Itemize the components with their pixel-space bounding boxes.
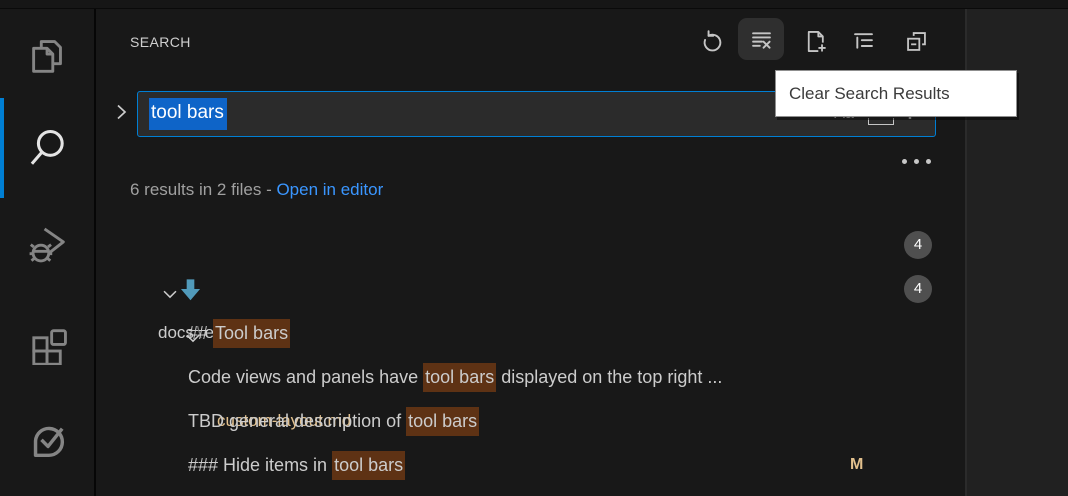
activity-bar: [0, 9, 96, 496]
chevron-down-icon[interactable]: [121, 234, 143, 256]
new-search-editor-icon: [802, 28, 829, 55]
refresh-icon: [699, 28, 726, 55]
refresh-button[interactable]: [693, 23, 731, 59]
view-as-tree-icon: [850, 28, 877, 55]
activity-bar-item-extensions[interactable]: [25, 319, 71, 365]
files-icon: [25, 32, 71, 78]
test-check-icon: [25, 416, 71, 462]
vscode-window: SEARCH: [0, 0, 1068, 496]
collapse-all-button[interactable]: [897, 23, 935, 59]
match-highlight: tool bars: [332, 451, 405, 480]
match-highlight: tool bars: [406, 407, 479, 436]
activity-bar-item-search[interactable]: [25, 125, 71, 171]
activity-bar-item-run-debug[interactable]: [25, 222, 71, 268]
extensions-icon: [25, 319, 71, 365]
search-match-line[interactable]: TBD general description of tool bars: [98, 399, 965, 443]
search-match-line[interactable]: ### Hide items in tool bars: [98, 443, 965, 487]
clear-search-results-button[interactable]: [738, 18, 784, 60]
match-count-badge: 4: [904, 231, 932, 259]
search-icon: [25, 125, 71, 171]
new-search-editor-button[interactable]: [796, 23, 834, 59]
result-file-row[interactable]: custom-layout.md M 4: [98, 267, 965, 311]
match-highlight: tool bars: [423, 363, 496, 392]
summary-separator: -: [261, 180, 276, 199]
markdown-file-icon: [177, 275, 204, 304]
collapse-all-icon: [903, 28, 930, 55]
panel-title: SEARCH: [130, 34, 191, 50]
chevron-right-icon: [109, 100, 133, 124]
results-summary: 6 results in 2 files - Open in editor: [130, 175, 383, 205]
search-match-line[interactable]: Code views and panels have tool bars dis…: [98, 355, 965, 399]
view-as-tree-button[interactable]: [844, 23, 882, 59]
result-folder-row[interactable]: docs\editor 4: [98, 223, 965, 267]
search-match-line[interactable]: ## Tool bars: [98, 311, 965, 355]
titlebar-edge: [0, 0, 1068, 9]
match-highlight: Tool bars: [213, 319, 290, 348]
match-count-badge: 4: [904, 275, 932, 303]
activity-bar-item-testing[interactable]: [25, 416, 71, 462]
activity-bar-item-explorer[interactable]: [25, 32, 71, 78]
search-panel: SEARCH: [98, 9, 965, 496]
search-query-selected-text: tool bars: [149, 98, 227, 130]
tooltip-clear-search-results: Clear Search Results: [775, 70, 1017, 117]
toggle-replace-button[interactable]: [109, 100, 133, 124]
chevron-down-icon[interactable]: [144, 278, 166, 300]
results-count-text: 6 results in 2 files: [130, 180, 261, 199]
toggle-search-details-button[interactable]: [902, 159, 931, 164]
active-view-indicator: [0, 98, 4, 198]
open-in-editor-link[interactable]: Open in editor: [276, 180, 383, 199]
clear-search-results-icon: [748, 26, 775, 53]
debug-icon: [25, 222, 71, 268]
